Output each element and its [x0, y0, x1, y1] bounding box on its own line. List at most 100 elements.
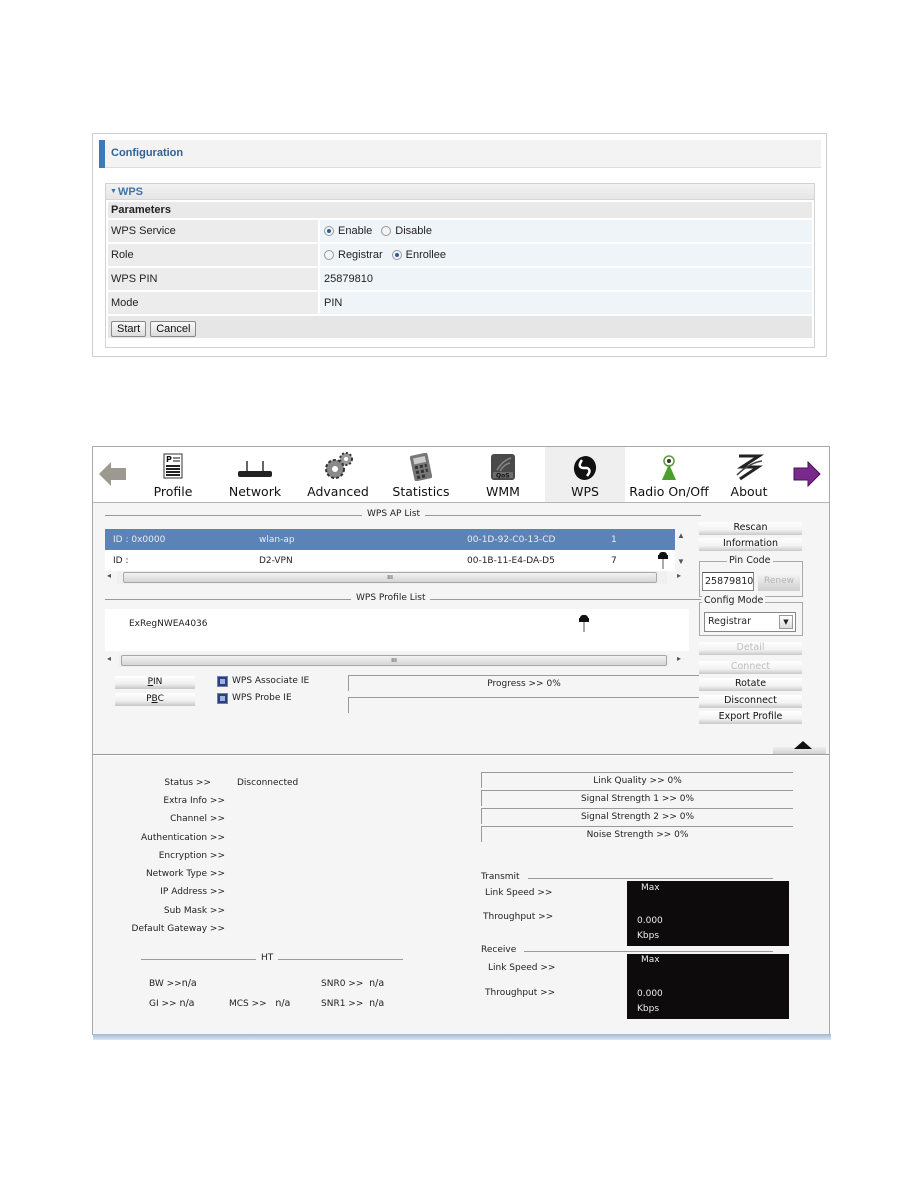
radio-unselected-icon [381, 226, 392, 236]
profile-list-hscrollbar[interactable]: ııı [119, 654, 669, 667]
cancel-button[interactable]: Cancel [150, 320, 197, 337]
back-arrow-icon[interactable] [99, 461, 127, 487]
receive-graph: Max 0.000 Kbps [627, 954, 789, 1019]
start-button[interactable]: Start [111, 320, 147, 337]
ap-list-row[interactable]: ID : D2-VPN 00-1B-11-E4-DA-D5 7 [105, 550, 675, 571]
tx-throughput-label: Throughput >> [483, 912, 554, 922]
link-quality-bar: Link Quality >> 0% [481, 772, 793, 788]
scroll-right-icon[interactable]: ▸ [677, 654, 681, 663]
scrollbar-thumb[interactable]: ııı [123, 572, 657, 583]
mode-row: Mode PIN [108, 292, 812, 314]
progress-bar: Progress >> 0% [348, 675, 699, 691]
radio-icon [660, 455, 678, 484]
wps-probe-ie-checkbox[interactable] [217, 693, 228, 704]
wps-section: ▼WPS Parameters WPS Service Enable Disab… [105, 183, 815, 348]
role-registrar-radio[interactable]: Registrar [324, 249, 383, 261]
channel-label: Channel >> [170, 814, 225, 824]
rotate-button[interactable]: Rotate [699, 678, 802, 691]
radio-unselected-icon [324, 250, 334, 260]
ht-title: HT [256, 953, 279, 963]
default-gateway-label: Default Gateway >> [131, 924, 225, 934]
receive-separator [481, 951, 773, 952]
wps-section-title: WPS [117, 186, 143, 198]
forward-arrow-icon[interactable] [793, 460, 821, 488]
advanced-gears-icon [322, 451, 354, 484]
renew-button[interactable]: Renew [758, 572, 800, 591]
nav-toolbar: P Profile Network Advanced Statistics Qo… [93, 447, 829, 503]
pbc-button[interactable]: PBC [115, 693, 195, 706]
configuration-panel: Configuration ▼WPS Parameters WPS Servic… [92, 133, 827, 357]
about-icon [734, 453, 765, 484]
pin-button[interactable]: PIN [115, 676, 195, 689]
mcs-field: MCS >> n/a [229, 998, 291, 1009]
disconnect-button[interactable]: Disconnect [699, 695, 802, 708]
scroll-up-icon[interactable]: ▲ [677, 531, 685, 540]
wps-ap-list-title: WPS AP List [362, 509, 426, 519]
configuration-title: Configuration [111, 147, 184, 159]
wps-probe-ie-label: WPS Probe IE [232, 693, 292, 703]
tx-max-label: Max [641, 883, 660, 893]
profile-icon: P [163, 453, 183, 482]
wireless-utility-window: P Profile Network Advanced Statistics Qo… [92, 446, 831, 1040]
nav-statistics[interactable]: Statistics [389, 447, 453, 502]
scroll-left-icon[interactable]: ◂ [107, 654, 111, 663]
radio-selected-icon [324, 226, 334, 236]
rx-throughput-value: 0.000 [637, 989, 663, 999]
nav-wps[interactable]: WPS [545, 447, 625, 502]
wps-service-disable-radio[interactable]: Disable [381, 225, 432, 237]
config-mode-legend: Config Mode [702, 595, 766, 606]
nav-wmm[interactable]: QoS WMM [471, 447, 535, 502]
action-button-row: Start Cancel [108, 316, 812, 338]
ap-list-row[interactable]: ID : 0x0000 wlan-ap 00-1D-92-C0-13-CD 1 [105, 529, 675, 550]
scroll-left-icon[interactable]: ◂ [107, 571, 111, 580]
connect-button[interactable]: Connect [699, 661, 802, 674]
wps-associate-ie-checkbox[interactable] [217, 676, 228, 687]
network-icon [237, 459, 273, 482]
pin-code-legend: Pin Code [727, 555, 773, 566]
scroll-down-icon[interactable]: ▼ [677, 557, 685, 566]
parameters-header: Parameters [108, 202, 812, 218]
config-mode-select[interactable]: Registrar ▼ [704, 612, 796, 632]
encryption-label: Encryption >> [158, 851, 225, 861]
profile-list-row[interactable]: ExRegNWEA4036 [105, 613, 689, 634]
nav-profile[interactable]: P Profile [143, 447, 203, 502]
statistics-icon [409, 452, 433, 484]
scrollbar-thumb[interactable]: ııı [121, 655, 667, 666]
wps-section-toggle[interactable]: ▼WPS [106, 184, 814, 200]
ap-list-hscrollbar[interactable]: ııı [117, 571, 667, 584]
tx-throughput-unit: Kbps [637, 931, 660, 941]
rx-throughput-label: Throughput >> [485, 988, 556, 998]
snr1-value: n/a [369, 998, 385, 1009]
nav-advanced[interactable]: Advanced [305, 447, 371, 502]
nav-radio-on-off[interactable]: Radio On/Off [625, 447, 713, 502]
wps-service-label: WPS Service [108, 220, 318, 242]
export-profile-button[interactable]: Export Profile [699, 711, 802, 724]
extra-info-label: Extra Info >> [163, 796, 225, 806]
bw-field: BW >>n/a [149, 978, 197, 989]
pin-code-input[interactable]: 25879810 [702, 572, 754, 591]
chevron-down-icon: ▼ [779, 615, 793, 629]
header-accent-bar [99, 140, 105, 168]
rx-link-speed-label: Link Speed >> [488, 963, 556, 973]
role-row: Role Registrar Enrollee [108, 244, 812, 266]
mode-label: Mode [108, 292, 318, 314]
wps-profile-list: ExRegNWEA4036 [105, 609, 689, 651]
mcs-value: n/a [275, 998, 291, 1009]
information-button[interactable]: Information [699, 538, 802, 551]
snr1-field: SNR1 >> n/a [321, 998, 385, 1009]
rx-max-label: Max [641, 955, 660, 965]
svg-text:P: P [166, 455, 172, 464]
signal-strength-2-bar: Signal Strength 2 >> 0% [481, 808, 793, 824]
wps-service-row: WPS Service Enable Disable [108, 220, 812, 242]
wps-service-enable-radio[interactable]: Enable [324, 225, 372, 237]
rx-throughput-unit: Kbps [637, 1004, 660, 1014]
detail-button[interactable]: Detail [699, 642, 802, 655]
nav-network[interactable]: Network [223, 447, 287, 502]
mode-value: PIN [320, 292, 812, 314]
rescan-button[interactable]: Rescan [699, 522, 802, 535]
bw-value: n/a [181, 978, 197, 989]
scroll-right-icon[interactable]: ▸ [677, 571, 681, 580]
nav-about[interactable]: About [721, 447, 777, 502]
wps-pin-row: WPS PIN 25879810 [108, 268, 812, 290]
role-enrollee-radio[interactable]: Enrollee [391, 249, 446, 261]
